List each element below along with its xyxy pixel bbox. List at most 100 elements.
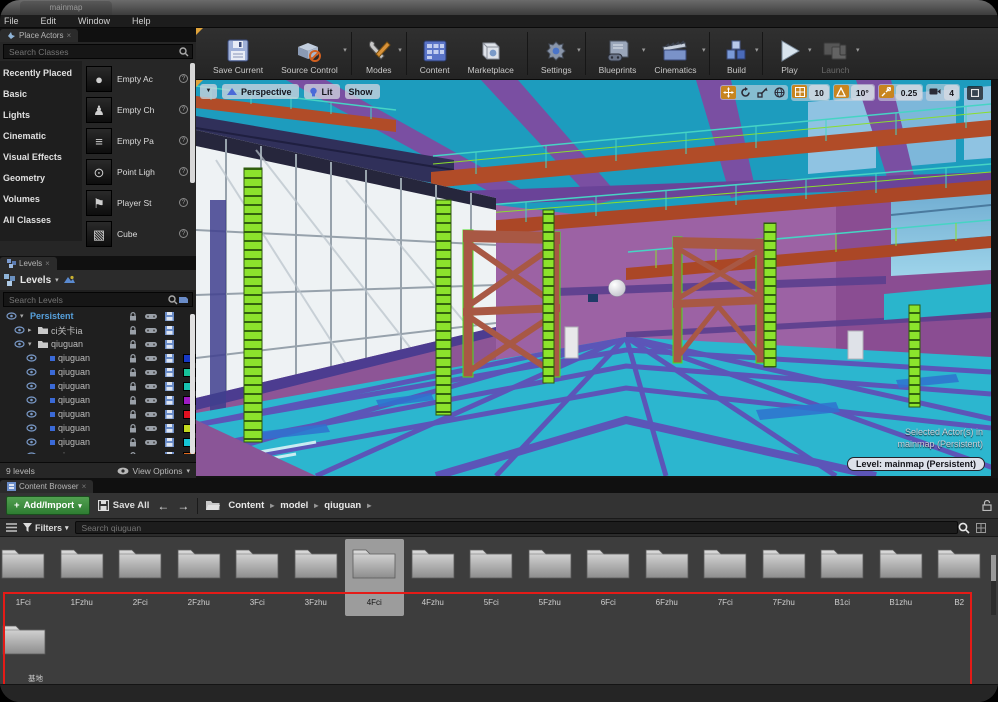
- save-icon[interactable]: [165, 340, 174, 349]
- help-icon[interactable]: ?: [179, 229, 188, 238]
- save-all-button[interactable]: Save All: [98, 500, 150, 511]
- gamepad-icon[interactable]: [145, 411, 157, 418]
- gamepad-icon[interactable]: [145, 453, 157, 455]
- folder-tile[interactable]: 4Fci: [345, 539, 404, 616]
- help-icon[interactable]: ?: [179, 167, 188, 176]
- save-icon[interactable]: [165, 312, 174, 321]
- grid-snap-icon[interactable]: [792, 85, 807, 98]
- folder-tile[interactable]: 1Fci: [0, 539, 53, 616]
- save-icon[interactable]: [165, 326, 174, 335]
- tab-place-actors[interactable]: Place Actors ×: [0, 29, 78, 42]
- category-item[interactable]: Volumes: [0, 189, 82, 210]
- help-icon[interactable]: ?: [179, 198, 188, 207]
- folder-tile[interactable]: B1ci: [813, 539, 872, 616]
- level-row[interactable]: qiuguan: [0, 379, 196, 393]
- category-item[interactable]: Geometry: [0, 168, 82, 189]
- actor-item[interactable]: ♟ Empty Ch ?: [82, 94, 196, 125]
- visibility-eye-icon[interactable]: [26, 410, 37, 418]
- maximize-viewport-icon[interactable]: [967, 86, 983, 100]
- lock-icon[interactable]: [129, 326, 137, 335]
- view-options-button[interactable]: View Options ▾: [117, 466, 190, 476]
- menu-item[interactable]: Edit: [41, 16, 57, 26]
- visibility-eye-icon[interactable]: [14, 340, 25, 348]
- lock-icon[interactable]: [982, 500, 992, 511]
- folder-tile[interactable]: 5Fzhu: [521, 539, 580, 616]
- save-icon[interactable]: [165, 452, 174, 455]
- filters-button[interactable]: Filters ▾: [23, 523, 69, 533]
- lock-icon[interactable]: [129, 438, 137, 447]
- actor-item[interactable]: ≡ Empty Pa ?: [82, 125, 196, 156]
- help-icon[interactable]: ?: [179, 136, 188, 145]
- lock-icon[interactable]: [129, 410, 137, 419]
- menu-item[interactable]: Window: [78, 16, 110, 26]
- level-row[interactable]: qiuguan: [0, 449, 196, 454]
- save-icon[interactable]: [165, 438, 174, 447]
- menu-item[interactable]: File: [4, 16, 19, 26]
- gamepad-icon[interactable]: [145, 439, 157, 446]
- level-row[interactable]: qiuguan: [0, 435, 196, 449]
- gamepad-icon[interactable]: [145, 341, 157, 348]
- rotation-snap-icon[interactable]: [834, 85, 849, 98]
- gamepad-icon[interactable]: [145, 313, 157, 320]
- level-label[interactable]: qiuguan: [58, 409, 90, 419]
- level-row[interactable]: ▾ Persistent: [0, 309, 196, 323]
- scale-snap-icon[interactable]: [879, 85, 894, 98]
- folder-tile[interactable]: 1Fzhu: [53, 539, 112, 616]
- tab-levels[interactable]: Levels ×: [0, 257, 57, 270]
- camera-speed-icon[interactable]: [927, 85, 942, 98]
- gamepad-icon[interactable]: [145, 327, 157, 334]
- breadcrumb-item[interactable]: qiuguan: [324, 500, 361, 511]
- viewport-3d[interactable]: ▼ Perspective Lit Show: [196, 80, 991, 476]
- visibility-eye-icon[interactable]: [26, 354, 37, 362]
- folder-tile[interactable]: B2: [930, 539, 989, 616]
- tutorial-corner-marker[interactable]: [196, 28, 203, 35]
- folder-tile[interactable]: 基地: [2, 621, 46, 684]
- gamepad-icon[interactable]: [145, 397, 157, 404]
- content-button[interactable]: Content: [411, 28, 459, 79]
- scrollbar-thumb[interactable]: [190, 63, 195, 183]
- world-icon[interactable]: [63, 275, 76, 286]
- scrollbar-thumb[interactable]: [190, 314, 195, 454]
- perspective-button[interactable]: Perspective: [222, 84, 299, 99]
- visibility-eye-icon[interactable]: [26, 438, 37, 446]
- visibility-eye-icon[interactable]: [14, 326, 25, 334]
- level-row[interactable]: qiuguan: [0, 351, 196, 365]
- save-icon[interactable]: [165, 410, 174, 419]
- lit-button[interactable]: Lit: [304, 84, 340, 99]
- blueprints-button[interactable]: Blueprints ▾: [590, 28, 646, 79]
- save-icon[interactable]: [165, 368, 174, 377]
- level-row[interactable]: qiuguan: [0, 407, 196, 421]
- rotation-snap-value[interactable]: 10°: [851, 85, 874, 100]
- save-icon[interactable]: [165, 382, 174, 391]
- hamburger-menu-icon[interactable]: [6, 523, 17, 532]
- scale-snap-value[interactable]: 0.25: [896, 85, 923, 100]
- saved-search-icon[interactable]: [178, 295, 189, 305]
- level-row[interactable]: ▸ ci关卡ia: [0, 323, 196, 337]
- folder-tile[interactable]: 6Fci: [579, 539, 638, 616]
- category-item[interactable]: Lights: [0, 105, 82, 126]
- rotate-tool-icon[interactable]: [738, 86, 753, 99]
- show-button[interactable]: Show: [345, 84, 380, 99]
- gamepad-icon[interactable]: [145, 355, 157, 362]
- play-button[interactable]: Play ▾: [767, 28, 811, 79]
- search-classes-input[interactable]: [7, 46, 179, 58]
- source-control-button[interactable]: Source Control ▾: [272, 28, 347, 79]
- lock-icon[interactable]: [129, 452, 137, 455]
- level-label[interactable]: qiuguan: [58, 353, 90, 363]
- folder-tile[interactable]: 3Fci: [228, 539, 287, 616]
- category-item[interactable]: Cinematic: [0, 126, 82, 147]
- build-button[interactable]: Build ▾: [714, 28, 758, 79]
- lock-icon[interactable]: [129, 396, 137, 405]
- level-row[interactable]: qiuguan: [0, 421, 196, 435]
- actor-item[interactable]: ▧ Cube ?: [82, 218, 196, 249]
- folder-tile[interactable]: 4Fzhu: [404, 539, 463, 616]
- save-icon[interactable]: [165, 354, 174, 363]
- visibility-eye-icon[interactable]: [26, 382, 37, 390]
- add-import-button[interactable]: + Add/Import ▾: [6, 496, 90, 515]
- gamepad-icon[interactable]: [145, 425, 157, 432]
- camera-speed-value[interactable]: 4: [944, 85, 959, 100]
- level-label[interactable]: qiuguan: [58, 437, 90, 447]
- visibility-eye-icon[interactable]: [26, 452, 37, 454]
- category-item[interactable]: Visual Effects: [0, 147, 82, 168]
- level-label[interactable]: qiuguan: [58, 395, 90, 405]
